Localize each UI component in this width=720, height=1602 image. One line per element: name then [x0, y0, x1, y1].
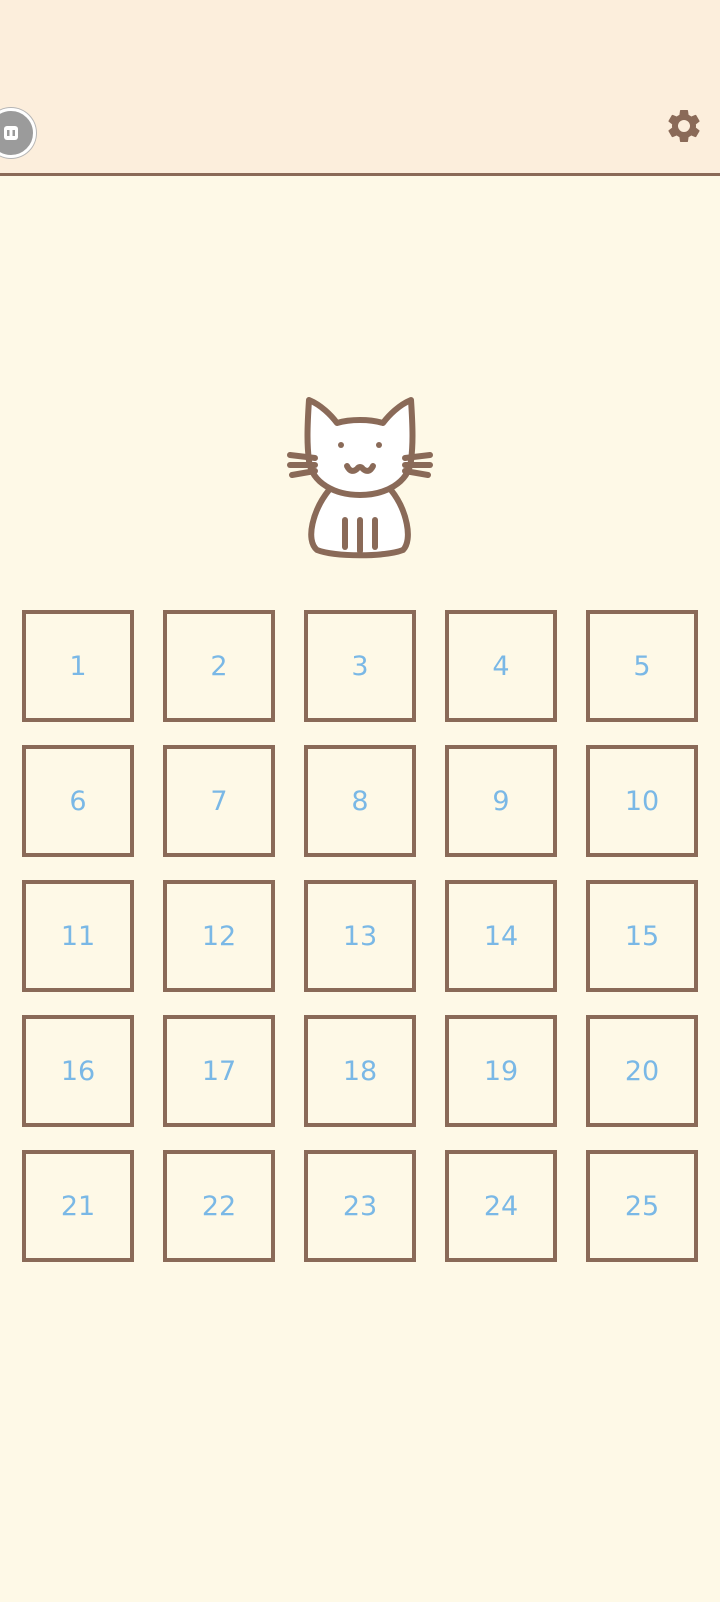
- level-tile-8[interactable]: 8: [304, 745, 416, 857]
- level-tile-17[interactable]: 17: [163, 1015, 275, 1127]
- level-tile-10[interactable]: 10: [586, 745, 698, 857]
- level-tile-9[interactable]: 9: [445, 745, 557, 857]
- level-tile-15[interactable]: 15: [586, 880, 698, 992]
- level-tile-6[interactable]: 6: [22, 745, 134, 857]
- level-tile-16[interactable]: 16: [22, 1015, 134, 1127]
- floating-assistant-button[interactable]: [0, 108, 36, 158]
- level-tile-5[interactable]: 5: [586, 610, 698, 722]
- level-tile-22[interactable]: 22: [163, 1150, 275, 1262]
- cat-mascot-icon: [287, 397, 433, 559]
- level-tile-12[interactable]: 12: [163, 880, 275, 992]
- level-tile-11[interactable]: 11: [22, 880, 134, 992]
- level-tile-24[interactable]: 24: [445, 1150, 557, 1262]
- level-tile-20[interactable]: 20: [586, 1015, 698, 1127]
- gear-icon[interactable]: [664, 106, 704, 146]
- level-tile-19[interactable]: 19: [445, 1015, 557, 1127]
- level-grid: 1 2 3 4 5 6 7 8 9 10 11 12 13 14 15 16 17 18 19 20 21 22 23 24 2…: [22, 610, 698, 1262]
- level-tile-21[interactable]: 21: [22, 1150, 134, 1262]
- top-bar: [0, 0, 720, 176]
- level-tile-3[interactable]: 3: [304, 610, 416, 722]
- level-tile-2[interactable]: 2: [163, 610, 275, 722]
- level-tile-14[interactable]: 14: [445, 880, 557, 992]
- level-tile-1[interactable]: 1: [22, 610, 134, 722]
- level-tile-13[interactable]: 13: [304, 880, 416, 992]
- level-tile-23[interactable]: 23: [304, 1150, 416, 1262]
- level-tile-18[interactable]: 18: [304, 1015, 416, 1127]
- level-tile-7[interactable]: 7: [163, 745, 275, 857]
- floating-assistant-icon: [4, 126, 18, 140]
- level-tile-4[interactable]: 4: [445, 610, 557, 722]
- level-tile-25[interactable]: 25: [586, 1150, 698, 1262]
